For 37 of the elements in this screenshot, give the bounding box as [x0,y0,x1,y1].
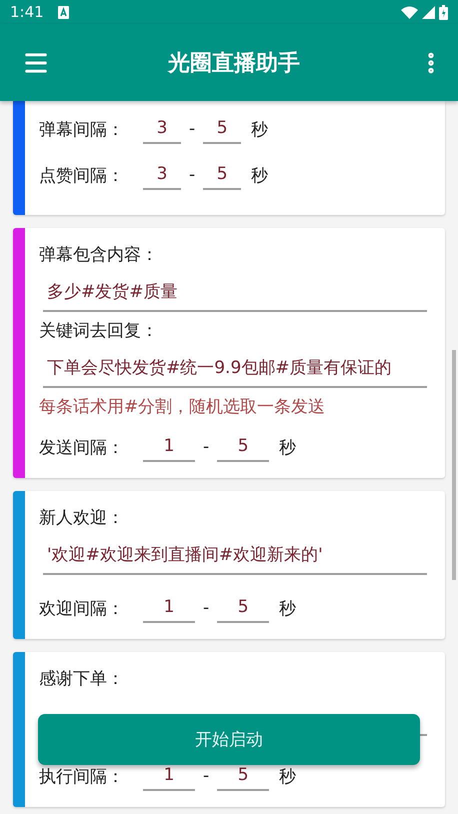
status-time: 1:41 [10,3,44,21]
unit-text: 秒 [279,766,296,788]
dash-text: - [203,437,210,457]
min-input[interactable]: 1 [143,593,195,623]
unit-text: 秒 [251,164,268,186]
input-field[interactable]: 多少#发货#质量 [43,272,427,312]
interval-label: 点赞间隔： [39,164,125,186]
battery-icon [439,4,448,20]
min-input[interactable]: 3 [143,160,181,190]
interval-label: 弹幕间隔： [39,118,125,140]
interval-label: 执行间隔： [39,766,125,788]
hint-text: 每条话术用#分割，随机选取一条发送 [39,396,326,418]
max-input[interactable]: 5 [203,160,242,190]
dash-text: - [189,165,196,185]
app-title: 光圈直播助手 [166,50,301,78]
input-field[interactable]: 下单会尽快发货#统一9.9包邮#质量有保证的 [43,348,427,388]
dash-text: - [189,119,196,139]
input-field[interactable]: '欢迎#欢迎来到直播间#欢迎新来的' [43,535,427,575]
unit-text: 秒 [251,118,268,140]
field-label: 新人欢迎： [39,506,125,530]
field-label: 关键词去回复： [39,320,159,342]
unit-text: 秒 [279,598,296,620]
field-label: 弹幕包含内容： [39,244,159,266]
wifi-icon [401,6,418,18]
field-label: 感谢下单： [39,668,125,690]
max-input[interactable]: 5 [217,593,270,623]
notification-icon [58,6,69,18]
min-input[interactable]: 1 [143,432,195,462]
max-input[interactable]: 5 [217,432,270,462]
min-input[interactable]: 3 [143,114,181,144]
interval-label: 欢迎间隔： [39,598,125,620]
unit-text: 秒 [279,436,296,458]
max-input[interactable]: 5 [203,114,242,144]
dash-text: - [203,766,210,786]
dash-text: - [203,598,210,618]
signal-icon [422,6,435,18]
interval-label: 发送间隔： [39,436,125,458]
